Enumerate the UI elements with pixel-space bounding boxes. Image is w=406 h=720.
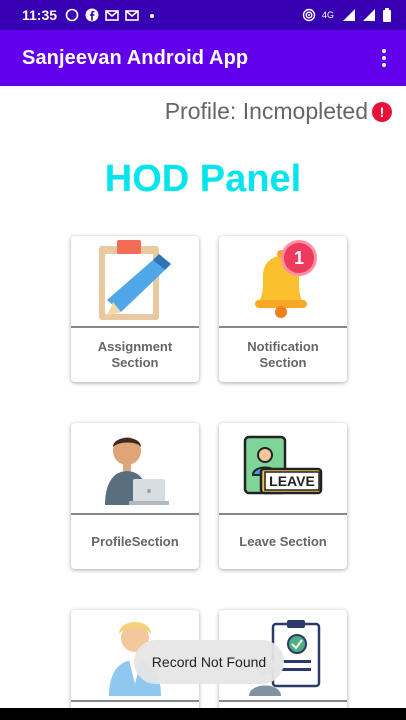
data-icon: 4G [322, 9, 335, 20]
leave-sign-text: LEAVE [269, 473, 315, 489]
wifi-signal-icon [342, 8, 356, 22]
whatsapp-icon [65, 8, 79, 22]
system-icons: 4G [302, 8, 396, 22]
profile-status-text: Profile: Incmopleted [164, 98, 368, 124]
notification-badge-count: 1 [293, 247, 304, 268]
battery-icon [382, 8, 396, 22]
gmail-icon [125, 8, 139, 22]
assignment-clipboard-icon [71, 236, 199, 326]
profile-status[interactable]: Profile: Incmopleted ! [165, 98, 392, 125]
gmail-icon [105, 8, 119, 22]
system-navigation-bar [0, 708, 406, 720]
leave-icon: LEAVE [219, 423, 347, 513]
leave-section-card[interactable]: LEAVE Leave Section [219, 423, 347, 569]
notification-icons [65, 8, 159, 22]
dot-icon [145, 8, 159, 22]
hotspot-icon [302, 8, 316, 22]
page-title: HOD Panel [104, 158, 302, 200]
card-label: Assignment Section [97, 339, 173, 370]
cell-signal-icon [362, 8, 376, 22]
card-label: ProfileSection [91, 534, 179, 549]
alert-icon: ! [372, 101, 392, 122]
person-laptop-icon [71, 423, 199, 513]
assignment-section-card[interactable]: Assignment Section [71, 236, 199, 382]
notification-section-card[interactable]: 1 Notification Section [219, 236, 347, 382]
toast-message: Record Not Found [134, 640, 284, 684]
notification-badge: 1 [281, 240, 317, 276]
status-time: 11:35 [22, 7, 58, 23]
app-title: Sanjeevan Android App [22, 46, 249, 69]
app-bar: Sanjeevan Android App [0, 30, 406, 86]
status-bar: 11:35 4G [0, 0, 406, 30]
facebook-icon [85, 8, 99, 22]
screen: 11:35 4G Sanjeevan Android App Profile: … [0, 0, 406, 720]
card-label: Leave Section [239, 534, 327, 549]
overflow-menu-icon[interactable] [370, 44, 398, 72]
profile-section-card[interactable]: ProfileSection [71, 423, 199, 569]
card-label: Notification Section [247, 339, 319, 370]
